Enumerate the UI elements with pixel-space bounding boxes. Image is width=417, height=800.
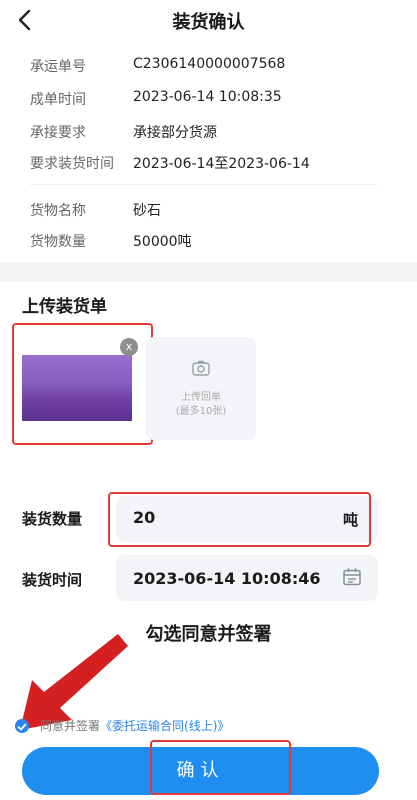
highlight-confirm-box <box>150 740 291 795</box>
load-quantity-label: 装货数量 <box>22 510 83 528</box>
check-icon <box>17 723 27 731</box>
order-time-label: 成单时间 <box>30 92 86 108</box>
requirement-label: 承接要求 <box>30 125 86 141</box>
loading-time-req-value: 2023-06-14至2023-06-14 <box>133 156 310 172</box>
contract-link[interactable]: 《委托运输合同(线上)》 <box>100 719 229 733</box>
loading-time-req-label: 要求装货时间 <box>30 156 114 172</box>
page-title: 装货确认 <box>172 12 245 33</box>
agree-checkbox[interactable] <box>15 719 29 733</box>
order-time-value: 2023-06-14 10:08:35 <box>133 89 282 105</box>
highlight-quantity-box <box>108 492 371 547</box>
agreement-prefix: 同意并签署 <box>40 719 101 733</box>
cargo-quantity-value: 50000吨 <box>133 234 192 250</box>
highlight-photo-box <box>12 323 153 445</box>
upload-button-hint: (最多10张) <box>175 406 227 417</box>
requirement-value: 承接部分货源 <box>133 125 217 141</box>
section-gap <box>0 262 417 282</box>
upload-section-title: 上传装货单 <box>22 297 107 317</box>
cargo-name-label: 货物名称 <box>30 203 86 219</box>
order-number-value: C2306140000007568 <box>133 56 286 72</box>
load-time-value: 2023-06-14 10:08:46 <box>133 569 321 588</box>
camera-icon <box>192 360 210 376</box>
cargo-quantity-label: 货物数量 <box>30 234 86 250</box>
cargo-name-value: 砂石 <box>133 203 161 219</box>
divider <box>30 184 377 185</box>
agreement-text: 同意并签署《委托运输合同(线上)》 <box>40 717 229 734</box>
calendar-icon[interactable] <box>342 567 362 587</box>
load-time-label: 装货时间 <box>22 571 83 589</box>
order-number-label: 承运单号 <box>30 59 86 75</box>
upload-button-label: 上传回单 <box>181 392 221 403</box>
